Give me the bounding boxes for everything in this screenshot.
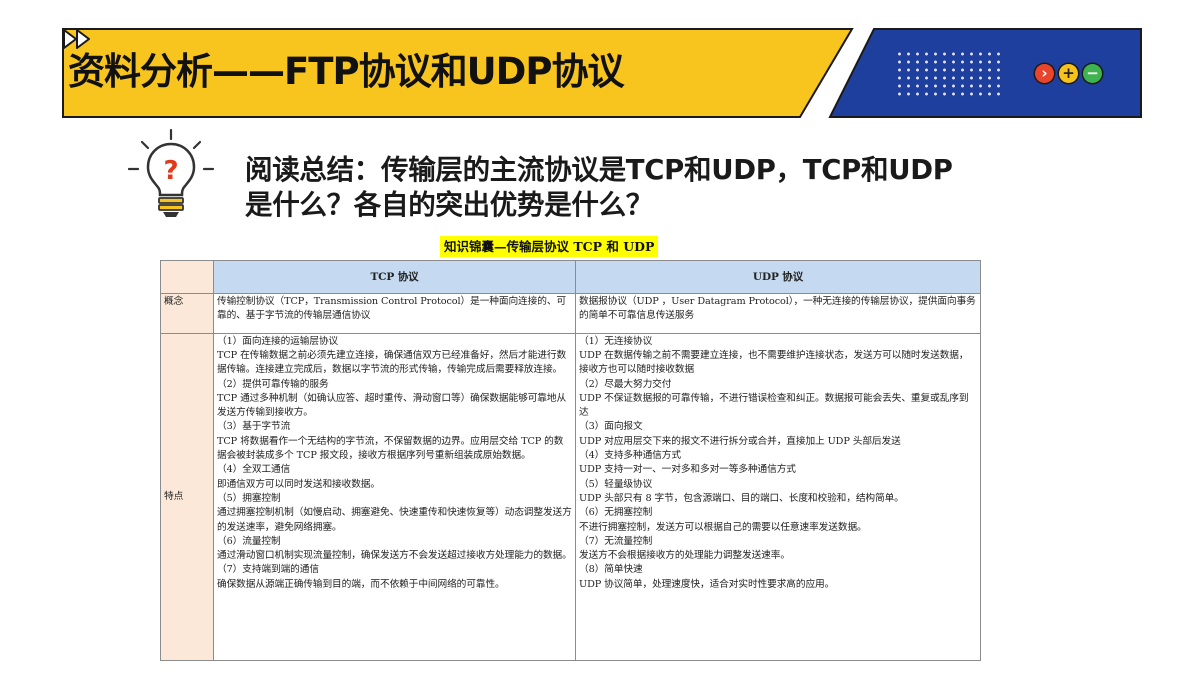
tcp-feature-heading: （7）支持端到端的通信 bbox=[217, 564, 319, 576]
table-header-udp: UDP 协议 bbox=[575, 260, 981, 294]
question-mark: ? bbox=[163, 156, 178, 186]
udp-feature-heading: （8）简单快速 bbox=[579, 564, 643, 576]
table-header-corner bbox=[160, 260, 214, 294]
udp-feature-heading: （7）无流量控制 bbox=[579, 535, 653, 547]
udp-feature-heading: （4）支持多种通信方式 bbox=[579, 450, 681, 462]
udp-feature-text: UDP 对应用层交下来的报文不进行拆分或合并，直接加上 UDP 头部后发送 bbox=[579, 435, 901, 447]
tcp-feature-heading: （2）提供可靠传输的服务 bbox=[217, 378, 329, 390]
tcp-feature-text: 即通信双方可以同时发送和接收数据。 bbox=[217, 478, 380, 490]
cell-tcp-features: （1）面向连接的运输层协议 TCP 在传输数据之前必须先建立连接，确保通信双方已… bbox=[213, 332, 576, 662]
udp-feature-text: UDP 头部只有 8 字节，包含源端口、目的端口、长度和校验和，结构简单。 bbox=[579, 492, 904, 504]
tcp-feature-heading: （4）全双工通信 bbox=[217, 464, 291, 476]
tcp-feature-text: TCP 在传输数据之前必须先建立连接，确保通信双方已经准备好，然后才能进行数据传… bbox=[217, 350, 567, 376]
udp-feature-text: UDP 协议简单，处理速度快，适合对实时性要求高的应用。 bbox=[579, 578, 835, 590]
table-row: 概念 传输控制协议（TCP，Transmission Control Proto… bbox=[160, 293, 981, 334]
udp-feature-heading: （5）轻量级协议 bbox=[579, 478, 653, 490]
dot-grid-decoration bbox=[895, 50, 1005, 98]
cell-udp-concept: 数据报协议（UDP ，User Datagram Protocol），一种无连接… bbox=[575, 293, 981, 334]
question-line-2: 是什么？各自的突出优势是什么？ bbox=[245, 189, 653, 221]
tcp-feature-heading: （5）拥塞控制 bbox=[217, 492, 281, 504]
row-label-features: 特点 bbox=[160, 332, 214, 662]
table-row: 特点 （1）面向连接的运输层协议 TCP 在传输数据之前必须先建立连接，确保通信… bbox=[160, 332, 981, 662]
header-banner: 资料分析——FTP协议和UDP协议 › + − bbox=[62, 28, 1142, 118]
tcp-feature-text: 通过拥塞控制机制（如慢启动、拥塞避免、快速重传和快速恢复等）动态调整发送方的发送… bbox=[217, 507, 572, 533]
minus-circle-icon[interactable]: − bbox=[1083, 64, 1102, 83]
tcp-feature-text: TCP 通过多种机制（如确认应答、超时重传、滑动窗口等）确保数据能够可靠地从发送… bbox=[217, 392, 567, 419]
tcp-feature-heading: （6）流量控制 bbox=[217, 535, 281, 547]
page-title: 资料分析——FTP协议和UDP协议 bbox=[68, 50, 625, 93]
udp-feature-text: UDP 不保证数据报的可靠传输，不进行错误检查和纠正。数据报可能会丢失、重复或乱… bbox=[579, 392, 969, 419]
fast-forward-icon[interactable] bbox=[62, 28, 94, 50]
comparison-table: TCP 协议 UDP 协议 概念 传输控制协议（TCP，Transmission… bbox=[160, 260, 981, 662]
table-header-row: TCP 协议 UDP 协议 bbox=[160, 260, 981, 294]
tcp-feature-text: 确保数据从源端正确传输到目的端，而不依赖于中间网络的可靠性。 bbox=[217, 578, 505, 590]
tcp-feature-text: 通过滑动窗口机制实现流量控制，确保发送方不会发送超过接收方处理能力的数据。 bbox=[217, 550, 572, 562]
cell-tcp-concept: 传输控制协议（TCP，Transmission Control Protocol… bbox=[213, 293, 576, 334]
udp-feature-heading: （3）面向报文 bbox=[579, 421, 643, 433]
lightbulb-question-icon: ? bbox=[127, 128, 215, 217]
table-caption: 知识锦囊—传输层协议 TCP 和 UDP bbox=[440, 236, 659, 257]
udp-feature-heading: （6）无拥塞控制 bbox=[579, 507, 653, 519]
cell-udp-features: （1）无连接协议 UDP 在数据传输之前不需要建立连接，也不需要维护连接状态，发… bbox=[575, 332, 981, 662]
udp-feature-heading: （2）尽最大努力交付 bbox=[579, 378, 672, 390]
row-label-concept: 概念 bbox=[160, 293, 214, 334]
udp-feature-text: 不进行拥塞控制，发送方可以根据自己的需要以任意速率发送数据。 bbox=[579, 521, 867, 533]
udp-feature-heading: （1）无连接协议 bbox=[579, 335, 653, 347]
tcp-feature-heading: （1）面向连接的运输层协议 bbox=[217, 335, 339, 347]
plus-circle-icon[interactable]: + bbox=[1059, 64, 1078, 83]
udp-feature-text: 发送方不会根据接收方的处理能力调整发送速率。 bbox=[579, 550, 790, 562]
udp-feature-text: UDP 在数据传输之前不需要建立连接，也不需要维护连接状态，发送方可以随时发送数… bbox=[579, 350, 969, 376]
table-header-tcp: TCP 协议 bbox=[213, 260, 576, 294]
udp-feature-text: UDP 支持一对一、一对多和多对一等多种通信方式 bbox=[579, 464, 796, 476]
question-line-1: 阅读总结：传输层的主流协议是TCP和UDP，TCP和UDP bbox=[245, 154, 953, 186]
previous-circle-icon[interactable]: › bbox=[1035, 64, 1054, 83]
question-text: 阅读总结：传输层的主流协议是TCP和UDP，TCP和UDP 是什么？各自的突出优… bbox=[245, 153, 1045, 223]
tcp-feature-heading: （3）基于字节流 bbox=[217, 421, 291, 433]
tcp-feature-text: TCP 将数据看作一个无结构的字节流，不保留数据的边界。应用层交给 TCP 的数… bbox=[217, 435, 564, 462]
